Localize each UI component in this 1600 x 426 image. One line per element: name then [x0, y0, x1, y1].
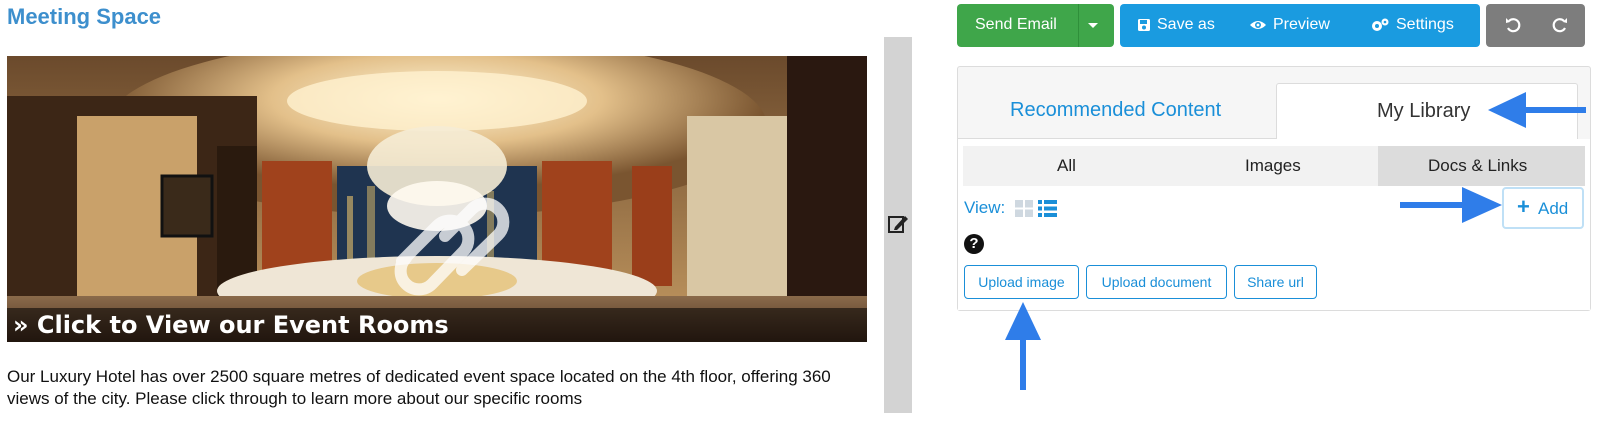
history-button-group — [1486, 4, 1585, 47]
grid-view-icon[interactable] — [1015, 200, 1033, 217]
settings-label: Settings — [1396, 16, 1454, 33]
redo-icon[interactable] — [1551, 16, 1569, 34]
edit-sidebar — [884, 37, 912, 413]
tab-recommended-content[interactable]: Recommended Content — [1010, 99, 1221, 122]
save-as-button[interactable]: Save as — [1137, 16, 1215, 34]
page-title: Meeting Space — [7, 4, 162, 29]
edit-icon[interactable] — [887, 213, 909, 235]
floppy-disk-icon — [1138, 19, 1150, 31]
undo-icon[interactable] — [1504, 16, 1522, 34]
eye-icon — [1250, 21, 1266, 29]
list-view-icon[interactable] — [1038, 200, 1057, 217]
arrow-right-annotation — [1400, 187, 1502, 223]
arrow-up-annotation — [1005, 302, 1041, 390]
send-email-label: Send Email — [975, 16, 1057, 33]
settings-button[interactable]: Settings — [1370, 16, 1454, 34]
send-email-button[interactable]: Send Email — [957, 4, 1114, 47]
hero-caption-link[interactable]: » Click to View our Event Rooms — [7, 308, 867, 342]
split-divider — [1078, 4, 1079, 47]
filter-images[interactable]: Images — [1245, 156, 1301, 176]
hotel-banquet-image — [7, 56, 867, 342]
filter-all[interactable]: All — [1057, 156, 1076, 176]
help-icon[interactable]: ? — [964, 234, 984, 254]
arrow-left-annotation — [1488, 92, 1586, 128]
upload-document-button[interactable]: Upload document — [1086, 265, 1227, 299]
add-button[interactable]: + Add — [1502, 187, 1584, 229]
tab-my-library-label: My Library — [1377, 100, 1471, 122]
description-text: Our Luxury Hotel has over 2500 square me… — [7, 367, 831, 408]
upload-image-button[interactable]: Upload image — [964, 265, 1079, 299]
preview-label: Preview — [1273, 16, 1330, 33]
plus-icon: + — [1517, 194, 1530, 219]
view-label: View: — [964, 198, 1006, 217]
caret-down-icon[interactable] — [1088, 23, 1098, 28]
hero-image[interactable]: » Click to View our Event Rooms — [7, 56, 867, 342]
gears-icon — [1372, 18, 1389, 31]
share-url-button[interactable]: Share url — [1234, 265, 1317, 299]
add-label: Add — [1538, 199, 1569, 218]
save-as-label: Save as — [1157, 16, 1215, 33]
filter-docs-links[interactable]: Docs & Links — [1428, 156, 1527, 176]
action-button-group: Save as Preview Settings — [1120, 4, 1480, 47]
preview-button[interactable]: Preview — [1249, 16, 1330, 34]
